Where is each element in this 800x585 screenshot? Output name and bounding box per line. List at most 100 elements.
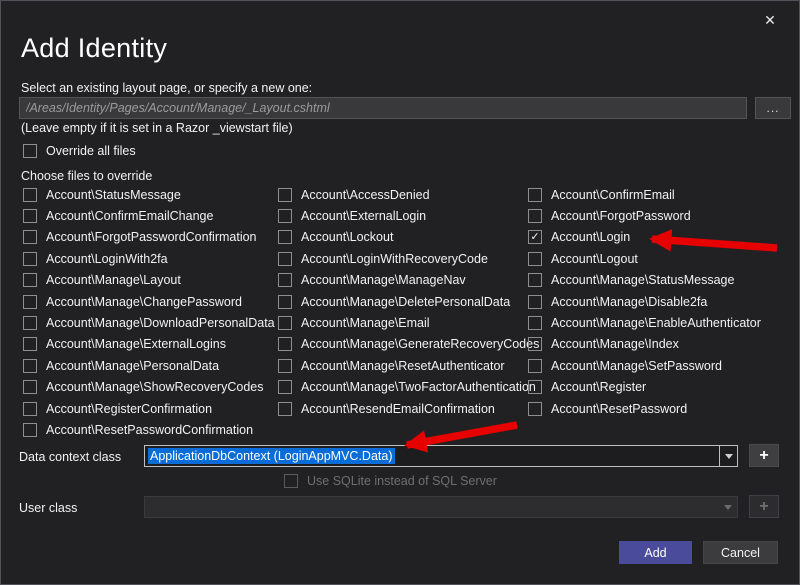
checkbox[interactable] — [23, 316, 37, 330]
override-all-row[interactable]: Override all files — [23, 144, 136, 158]
checkbox[interactable] — [23, 209, 37, 223]
checkbox[interactable] — [278, 402, 292, 416]
file-label: Account\ConfirmEmail — [551, 188, 675, 202]
file-override-item[interactable]: Account\Manage\DownloadPersonalData — [23, 312, 273, 333]
file-label: Account\ResendEmailConfirmation — [301, 402, 495, 416]
file-override-item[interactable]: Account\Register — [528, 377, 793, 398]
checkbox[interactable] — [23, 252, 37, 266]
file-override-item[interactable]: Account\Manage\DeletePersonalData — [278, 291, 528, 312]
file-override-item[interactable]: Account\LoginWithRecoveryCode — [278, 248, 528, 269]
file-override-item[interactable]: Account\Lockout — [278, 227, 528, 248]
checkbox[interactable] — [278, 209, 292, 223]
file-override-item[interactable]: Account\ResetPassword — [528, 398, 793, 419]
file-override-item[interactable]: Account\ExternalLogin — [278, 205, 528, 226]
file-override-item[interactable]: Account\Manage\StatusMessage — [528, 270, 793, 291]
file-override-item[interactable]: Account\Manage\EnableAuthenticator — [528, 312, 793, 333]
checkbox[interactable] — [278, 316, 292, 330]
chevron-down-icon[interactable] — [719, 446, 737, 466]
file-label: Account\Manage\ShowRecoveryCodes — [46, 380, 263, 394]
file-override-item[interactable]: Account\Manage\SetPassword — [528, 355, 793, 376]
cancel-button[interactable]: Cancel — [703, 541, 778, 564]
file-label: Account\Manage\ResetAuthenticator — [301, 359, 505, 373]
file-override-item[interactable]: Account\Manage\Layout — [23, 270, 273, 291]
file-label: Account\Manage\StatusMessage — [551, 273, 734, 287]
layout-page-input[interactable] — [19, 97, 747, 119]
file-label: Account\LoginWithRecoveryCode — [301, 252, 488, 266]
checkbox[interactable] — [528, 188, 542, 202]
file-override-item[interactable]: Account\Manage\Disable2fa — [528, 291, 793, 312]
file-label: Account\Manage\Email — [301, 316, 430, 330]
checkbox[interactable] — [23, 423, 37, 437]
checkbox[interactable] — [23, 188, 37, 202]
checkbox[interactable] — [23, 273, 37, 287]
checkbox[interactable] — [278, 380, 292, 394]
checkbox[interactable] — [23, 402, 37, 416]
checkbox[interactable] — [528, 209, 542, 223]
file-label: Account\Manage\SetPassword — [551, 359, 722, 373]
file-override-item[interactable]: Account\Manage\GenerateRecoveryCodes — [278, 334, 528, 355]
file-override-item[interactable]: Account\Logout — [528, 248, 793, 269]
file-label: Account\ResetPassword — [551, 402, 687, 416]
file-override-item[interactable]: Account\Manage\TwoFactorAuthentication — [278, 377, 528, 398]
file-label: Account\Manage\Layout — [46, 273, 181, 287]
checkbox[interactable] — [23, 380, 37, 394]
file-override-item[interactable]: Account\ForgotPasswordConfirmation — [23, 227, 273, 248]
file-label: Account\RegisterConfirmation — [46, 402, 212, 416]
checkbox[interactable] — [528, 359, 542, 373]
checkbox[interactable] — [528, 295, 542, 309]
close-icon[interactable]: ✕ — [759, 9, 781, 31]
checkbox[interactable] — [528, 252, 542, 266]
browse-button[interactable]: ... — [755, 97, 791, 119]
checkbox[interactable] — [528, 337, 542, 351]
file-override-item[interactable]: Account\ResetPasswordConfirmation — [23, 419, 273, 440]
file-override-item[interactable]: Account\ConfirmEmailChange — [23, 205, 273, 226]
override-all-label: Override all files — [46, 144, 136, 158]
file-override-item[interactable]: ✓Account\Login — [528, 227, 793, 248]
checkbox[interactable] — [23, 359, 37, 373]
file-override-item[interactable]: Account\Manage\Email — [278, 312, 528, 333]
checkbox-checked[interactable]: ✓ — [528, 230, 542, 244]
checkbox[interactable] — [528, 380, 542, 394]
add-data-context-button[interactable]: + — [749, 444, 779, 467]
file-override-item[interactable]: Account\Manage\ShowRecoveryCodes — [23, 377, 273, 398]
file-override-item[interactable]: Account\AccessDenied — [278, 184, 528, 205]
file-override-item[interactable]: Account\ResendEmailConfirmation — [278, 398, 528, 419]
add-button[interactable]: Add — [619, 541, 692, 564]
checkbox[interactable] — [278, 359, 292, 373]
checkbox[interactable] — [278, 252, 292, 266]
checkbox[interactable] — [23, 337, 37, 351]
data-context-combobox[interactable]: ApplicationDbContext (LoginAppMVC.Data) — [144, 445, 738, 467]
file-override-item[interactable]: Account\LoginWith2fa — [23, 248, 273, 269]
checkbox[interactable] — [23, 230, 37, 244]
file-label: Account\Manage\ManageNav — [301, 273, 466, 287]
file-override-item[interactable]: Account\Manage\PersonalData — [23, 355, 273, 376]
checkbox[interactable] — [23, 295, 37, 309]
checkbox[interactable] — [278, 230, 292, 244]
file-override-item[interactable]: Account\Manage\ManageNav — [278, 270, 528, 291]
checkbox[interactable] — [278, 188, 292, 202]
file-override-item[interactable]: Account\ConfirmEmail — [528, 184, 793, 205]
chevron-down-icon — [719, 497, 737, 517]
file-override-item[interactable]: Account\Manage\Index — [528, 334, 793, 355]
file-label: Account\Manage\DownloadPersonalData — [46, 316, 275, 330]
checkbox[interactable] — [528, 273, 542, 287]
checkbox[interactable] — [528, 402, 542, 416]
file-label: Account\StatusMessage — [46, 188, 181, 202]
file-override-item[interactable]: Account\RegisterConfirmation — [23, 398, 273, 419]
page-title: Add Identity — [21, 33, 167, 64]
file-override-item[interactable]: Account\Manage\ChangePassword — [23, 291, 273, 312]
file-label: Account\ForgotPasswordConfirmation — [46, 230, 257, 244]
user-class-label: User class — [19, 501, 77, 515]
file-override-item[interactable]: Account\Manage\ExternalLogins — [23, 334, 273, 355]
checkbox[interactable] — [278, 337, 292, 351]
file-override-item[interactable]: Account\ForgotPassword — [528, 205, 793, 226]
checkbox[interactable] — [23, 144, 37, 158]
checkbox[interactable] — [528, 316, 542, 330]
checkbox[interactable] — [278, 273, 292, 287]
file-label: Account\Register — [551, 380, 646, 394]
file-override-item[interactable]: Account\Manage\ResetAuthenticator — [278, 355, 528, 376]
checkbox[interactable] — [278, 295, 292, 309]
file-label: Account\Manage\GenerateRecoveryCodes — [301, 337, 539, 351]
file-override-item[interactable]: Account\StatusMessage — [23, 184, 273, 205]
files-column: Account\ConfirmEmail Account\ForgotPasswo… — [528, 184, 793, 419]
